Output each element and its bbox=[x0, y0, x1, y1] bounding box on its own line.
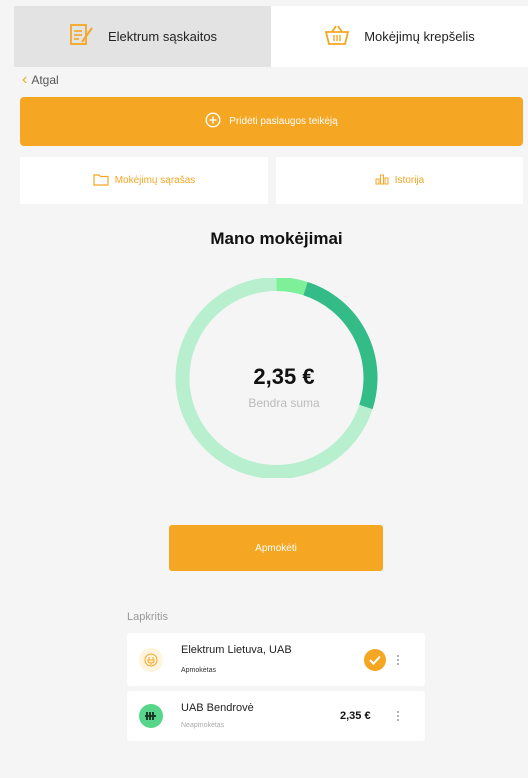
tab-payment-list[interactable]: Mokėjimų sąrašas bbox=[20, 157, 268, 204]
check-icon bbox=[364, 648, 386, 671]
provider-name: UAB Bendrovė bbox=[181, 702, 254, 714]
list-item[interactable]: UAB Bendrovė Neapmokėtas 2,35 € bbox=[127, 691, 425, 741]
back-link[interactable]: ‹ Atgal bbox=[22, 71, 59, 88]
tab-label: Mokėjimų sąrašas bbox=[114, 175, 196, 186]
tab-label: Elektrum sąskaitos bbox=[107, 29, 218, 44]
bar-chart-icon bbox=[375, 173, 389, 188]
payment-status: Neapmokėtas bbox=[181, 722, 225, 729]
invoice-edit-icon bbox=[68, 22, 94, 51]
provider-name: Elektrum Lietuva, UAB bbox=[181, 644, 292, 656]
total-amount-label: Bendra suma bbox=[248, 396, 320, 410]
page-title: Mano mokėjimai bbox=[210, 229, 343, 248]
month-heading: Lapkritis bbox=[127, 611, 168, 623]
radiator-icon bbox=[139, 704, 163, 728]
tab-label: Mokėjimų krepšelis bbox=[364, 29, 475, 44]
payment-status: Apmokėtas bbox=[181, 667, 217, 674]
pay-button[interactable]: Apmokėti bbox=[169, 525, 383, 571]
folder-icon bbox=[93, 173, 109, 189]
top-tabs: Elektrum sąskaitos Mokėjimų krepšelis bbox=[14, 6, 528, 67]
tab-label: Istorija bbox=[394, 175, 425, 186]
list-item[interactable]: Elektrum Lietuva, UAB Apmokėtas bbox=[127, 633, 425, 686]
electric-plug-icon bbox=[139, 647, 163, 672]
donut-segment-1 bbox=[276, 278, 308, 296]
item-price: 2,35 € bbox=[340, 710, 371, 722]
basket-icon bbox=[324, 24, 350, 49]
more-options-icon[interactable] bbox=[395, 711, 401, 721]
tab-payment-basket[interactable]: Mokėjimų krepšelis bbox=[271, 6, 528, 67]
plus-circle-icon bbox=[205, 112, 221, 131]
back-label: Atgal bbox=[31, 73, 59, 87]
add-provider-label: Pridėti paslaugos teikėją bbox=[229, 116, 338, 127]
tab-elektrum-invoices[interactable]: Elektrum sąskaitos bbox=[14, 6, 271, 67]
add-provider-button[interactable]: Pridėti paslaugos teikėją bbox=[20, 97, 523, 146]
more-options-icon[interactable] bbox=[395, 654, 401, 665]
total-amount: 2,35 € bbox=[253, 364, 315, 389]
pay-label: Apmokėti bbox=[255, 542, 297, 554]
tab-history[interactable]: Istorija bbox=[276, 157, 523, 204]
chevron-left-icon: ‹ bbox=[22, 71, 28, 88]
